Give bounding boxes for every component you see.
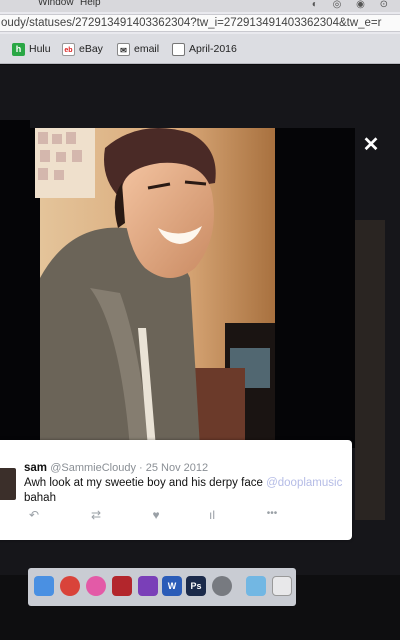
retweet-icon[interactable]: ⇄ bbox=[88, 508, 104, 522]
like-icon[interactable]: ♥ bbox=[148, 508, 164, 522]
tweet-header: sam @SammieCloudy · 25 Nov 2012 bbox=[24, 462, 208, 474]
page-icon bbox=[172, 42, 185, 56]
bookmark-april-2016[interactable]: April-2016 bbox=[172, 41, 237, 57]
menu-help[interactable]: Help bbox=[80, 0, 101, 8]
dock: W Ps bbox=[28, 568, 296, 606]
downloads-folder-icon[interactable] bbox=[246, 576, 266, 596]
photographed-screen: Window Help ◐ ◎ ◉ ⊙ oudy/statuses/272913… bbox=[0, 0, 400, 640]
photobooth-icon[interactable] bbox=[112, 576, 132, 596]
bookmark-hulu[interactable]: h Hulu bbox=[12, 41, 51, 57]
photo-illustration bbox=[35, 128, 275, 448]
menubar-status-icons: ◐ ◎ ◉ ⊙ bbox=[311, 0, 394, 10]
hulu-icon: h bbox=[12, 42, 25, 56]
itunes-icon[interactable] bbox=[86, 576, 106, 596]
tweet-date[interactable]: 25 Nov 2012 bbox=[146, 462, 208, 474]
tweet-separator: · bbox=[135, 462, 146, 474]
bookmark-label: eBay bbox=[79, 43, 103, 55]
tweet-card: sam @SammieCloudy · 25 Nov 2012 Awh look… bbox=[0, 440, 352, 540]
trash-icon[interactable] bbox=[272, 576, 292, 596]
address-bar: oudy/statuses/272913491403362304?tw_i=27… bbox=[0, 12, 400, 34]
bookmarks-bar: h Hulu eb eBay ✉ email April-2016 bbox=[0, 34, 400, 64]
bookmark-label: email bbox=[134, 43, 160, 55]
system-preferences-icon[interactable] bbox=[212, 576, 232, 596]
ebay-icon: eb bbox=[62, 42, 75, 56]
avatar[interactable] bbox=[0, 468, 16, 500]
analytics-icon[interactable]: ıl bbox=[204, 508, 220, 522]
tweet-text: Awh look at my sweetie boy and his derpy… bbox=[24, 476, 344, 506]
bookmark-email[interactable]: ✉ email bbox=[117, 41, 159, 57]
tweet-body: Awh look at my sweetie boy and his derpy… bbox=[24, 477, 263, 489]
tweet-mention[interactable]: @dooplamusic bbox=[266, 477, 342, 489]
tweet-author-name[interactable]: sam bbox=[24, 462, 47, 474]
os-menu-bar: Window Help ◐ ◎ ◉ ⊙ bbox=[0, 0, 400, 12]
tweet-actions: ↶ ⇄ ♥ ıl ••• bbox=[0, 508, 352, 528]
bookmark-label: Hulu bbox=[29, 43, 51, 55]
chrome-icon[interactable] bbox=[60, 576, 80, 596]
url-field[interactable]: oudy/statuses/272913491403362304?tw_i=27… bbox=[0, 14, 400, 32]
overlay-right-shadow bbox=[355, 220, 385, 520]
imovie-icon[interactable] bbox=[138, 576, 158, 596]
tweet-author-handle[interactable]: @SammieCloudy bbox=[50, 462, 136, 474]
finder-icon[interactable] bbox=[34, 576, 54, 596]
more-icon[interactable]: ••• bbox=[258, 508, 286, 519]
word-icon[interactable]: W bbox=[162, 576, 182, 596]
tweet-body-end: bahah bbox=[24, 492, 56, 504]
bookmark-label: April-2016 bbox=[189, 43, 237, 55]
reply-icon[interactable]: ↶ bbox=[26, 508, 42, 522]
photoshop-icon[interactable]: Ps bbox=[186, 576, 206, 596]
close-icon[interactable]: ✕ bbox=[360, 134, 382, 156]
overlay-left-shadow bbox=[0, 120, 30, 480]
tweet-photo[interactable] bbox=[30, 128, 355, 448]
menu-window[interactable]: Window bbox=[38, 0, 74, 8]
email-icon: ✉ bbox=[117, 42, 130, 56]
bookmark-ebay[interactable]: eb eBay bbox=[62, 41, 103, 57]
